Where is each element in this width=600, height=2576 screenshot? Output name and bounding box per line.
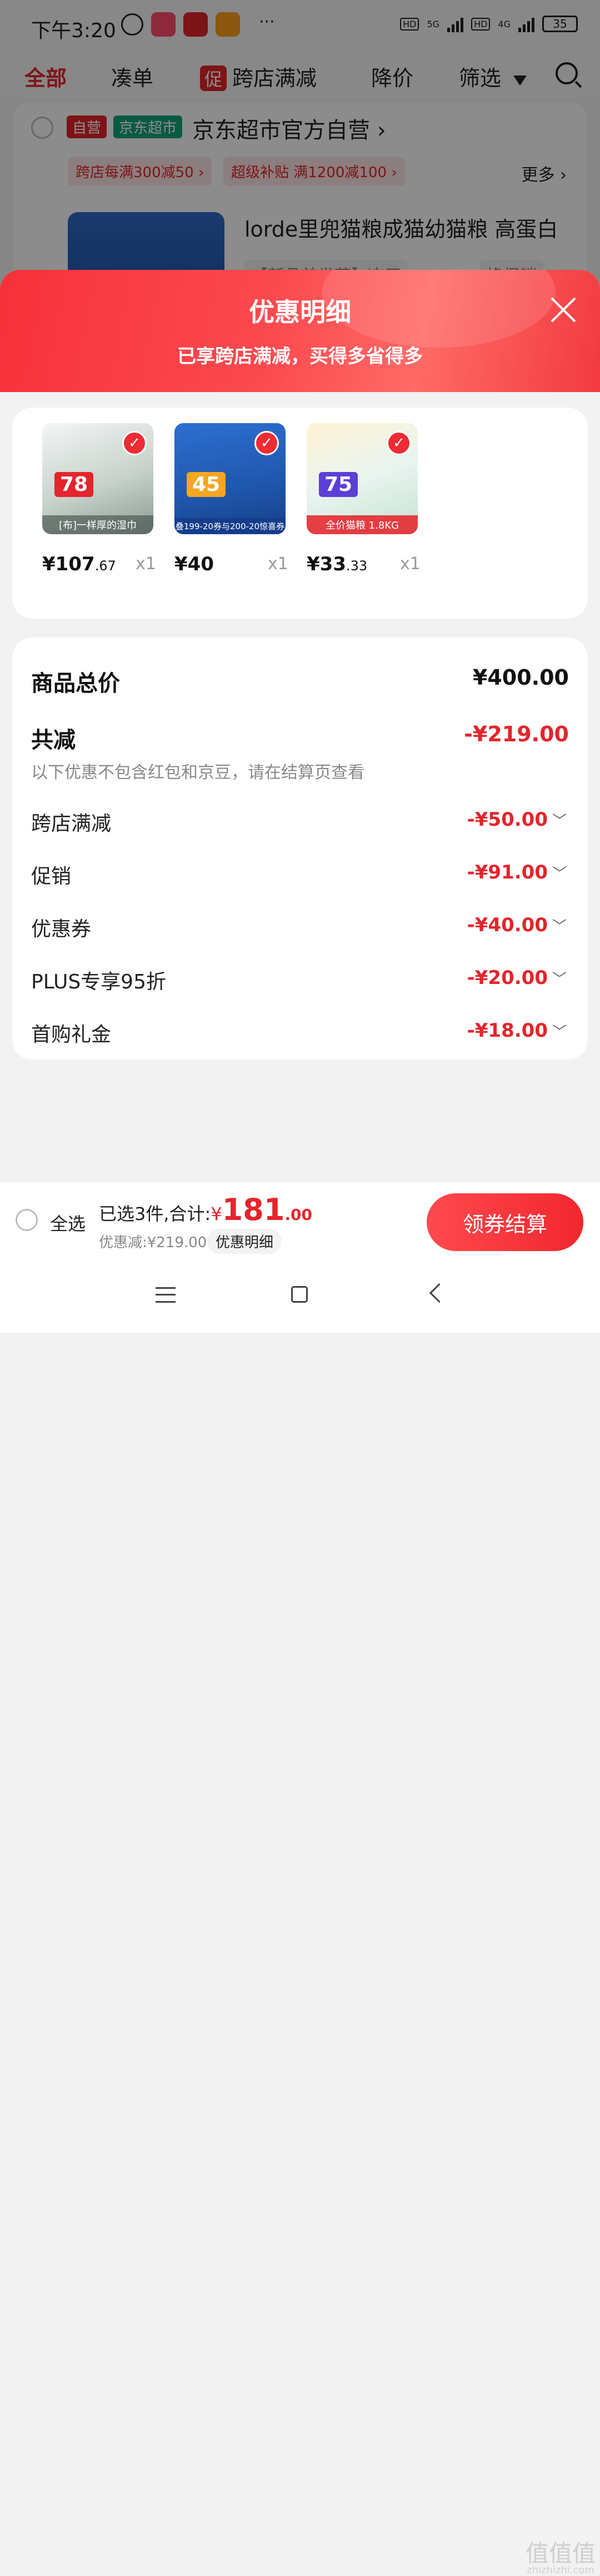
nav-back-icon[interactable] <box>429 1283 449 1303</box>
product-image: 75 ✓ 全价猫粮 1.8KG <box>307 423 418 534</box>
product-image-caption: 全价猫粮 1.8KG <box>307 515 418 534</box>
chevron-down-icon: ﹀ <box>552 866 567 882</box>
discount-line-amount: -¥40.00 <box>467 914 548 936</box>
total-reduce-label: 共减 <box>31 727 76 753</box>
watermark-main: 值值值 <box>525 2540 596 2567</box>
watermark: 值值值 zhizhizhi.com <box>526 2542 596 2575</box>
system-nav-bar: 值值值 zhizhizhi.com <box>0 1259 600 2575</box>
select-all-radio[interactable] <box>16 1209 38 1231</box>
product-image-caption: [布]一样厚的湿巾 <box>42 515 153 534</box>
total-amount: 181 <box>222 1192 285 1227</box>
discount-line-value: -¥50.00 ﹀ <box>467 809 567 831</box>
summary-total-row: 商品总价 ¥400.00 <box>31 665 569 697</box>
sheet-header: 优惠明细 已享跨店满减，买得多省得多 <box>0 270 600 392</box>
product-image: 78 ✓ [布]一样厚的湿巾 <box>42 423 153 534</box>
product-item[interactable]: 75 ✓ 全价猫粮 1.8KG <box>307 423 418 534</box>
discount-line-value: -¥20.00 ﹀ <box>467 967 567 989</box>
product-price-main: ¥33 <box>307 553 346 575</box>
nav-menu-icon[interactable] <box>156 1287 176 1303</box>
total-summary: 已选3件,合计:¥181.00 <box>99 1192 312 1227</box>
nav-home-icon[interactable] <box>291 1286 308 1303</box>
product-image-promo-number: 45 <box>187 472 226 497</box>
discount-line-label: 优惠券 <box>31 918 92 941</box>
discount-line-amount: -¥91.00 <box>467 861 548 883</box>
checkout-button[interactable]: 领券结算 <box>427 1193 583 1251</box>
chevron-down-icon: ﹀ <box>552 1024 567 1041</box>
product-item[interactable]: 78 ✓ [布]一样厚的湿巾 <box>42 423 153 534</box>
chevron-down-icon: ﹀ <box>552 813 567 830</box>
discount-total: 优惠减:¥219.00 <box>99 1234 207 1251</box>
check-icon: ✓ <box>254 431 279 455</box>
discount-line-label: PLUS专享95折 <box>31 971 166 993</box>
chevron-down-icon: ﹀ <box>552 971 567 988</box>
select-all-label[interactable]: 全选 <box>50 1210 86 1236</box>
check-icon: ✓ <box>122 431 147 455</box>
discount-line-value: -¥18.00 ﹀ <box>467 1020 567 1042</box>
discount-detail-sheet: 优惠明细 已享跨店满减，买得多省得多 78 ✓ [布]一样厚的湿巾 ¥107.6… <box>0 270 600 1333</box>
selected-products-card: 78 ✓ [布]一样厚的湿巾 ¥107.67 x1 45 ✓ 叠199-20券与… <box>12 408 588 619</box>
check-icon: ✓ <box>387 431 411 455</box>
total-reduce-value: -¥219.00 <box>464 722 569 746</box>
product-price: ¥40 <box>174 553 214 575</box>
checkout-bar: 全选 已选3件,合计:¥181.00 优惠减:¥219.00 优惠明细 领券结算 <box>0 1182 600 1260</box>
sheet-subtitle: 已享跨店满减，买得多省得多 <box>177 345 423 368</box>
product-price-main: ¥107 <box>42 553 95 575</box>
discount-line-row[interactable]: 促销 -¥91.00 ﹀ <box>31 860 569 889</box>
discount-line-row[interactable]: PLUS专享95折 -¥20.00 ﹀ <box>31 966 569 995</box>
close-icon[interactable] <box>547 293 580 327</box>
product-image-caption: 叠199-20券与200-20惊喜券 <box>174 518 286 534</box>
total-price-label: 商品总价 <box>31 671 120 696</box>
product-price-decimal: .67 <box>94 558 116 574</box>
selected-count-text: 已选3件,合计: <box>99 1203 211 1224</box>
total-currency: ¥ <box>211 1203 222 1224</box>
product-image-promo-number: 75 <box>319 472 358 497</box>
summary-note: 以下优惠不包含红包和京豆，请在结算页查看 <box>31 763 364 782</box>
discount-line-amount: -¥20.00 <box>467 967 548 989</box>
product-item[interactable]: 45 ✓ 叠199-20券与200-20惊喜券 <box>174 423 286 534</box>
discount-line-value: -¥91.00 ﹀ <box>467 861 567 883</box>
summary-note-row: 以下优惠不包含红包和京豆，请在结算页查看 <box>31 759 569 783</box>
discount-line-label: 首购礼金 <box>31 1023 112 1046</box>
discount-line-amount: -¥50.00 <box>467 809 548 831</box>
product-price-decimal: .33 <box>346 558 368 574</box>
sheet-title: 优惠明细 <box>249 297 351 327</box>
product-price-main: ¥40 <box>174 553 214 575</box>
chevron-down-icon: ﹀ <box>552 918 567 935</box>
product-price: ¥33.33 <box>307 553 367 575</box>
price-summary-card: 商品总价 ¥400.00 共减 -¥219.00 以下优惠不包含红包和京豆，请在… <box>12 637 588 1059</box>
watermark-sub: zhizhizhi.com <box>527 2564 594 2576</box>
discount-line-row[interactable]: 优惠券 -¥40.00 ﹀ <box>31 913 569 942</box>
discount-line-row[interactable]: 首购礼金 -¥18.00 ﹀ <box>31 1018 569 1047</box>
discount-line-label: 促销 <box>31 865 72 888</box>
total-price-value: ¥400.00 <box>472 665 569 690</box>
discount-line-value: -¥40.00 ﹀ <box>467 914 567 936</box>
product-price: ¥107.67 <box>42 553 116 575</box>
product-qty: x1 <box>136 554 156 574</box>
product-image-promo-number: 78 <box>54 472 94 497</box>
discount-line-amount: -¥18.00 <box>467 1020 548 1042</box>
discount-detail-button[interactable]: 优惠明细 <box>208 1229 282 1254</box>
summary-reduce-row: 共减 -¥219.00 <box>31 722 569 754</box>
total-amount-decimal: .00 <box>284 1206 313 1224</box>
product-qty: x1 <box>400 554 421 574</box>
product-image: 45 ✓ 叠199-20券与200-20惊喜券 <box>174 423 286 534</box>
discount-line-label: 跨店满减 <box>31 812 112 835</box>
product-qty: x1 <box>268 554 288 574</box>
discount-line-row[interactable]: 跨店满减 -¥50.00 ﹀ <box>31 807 569 836</box>
